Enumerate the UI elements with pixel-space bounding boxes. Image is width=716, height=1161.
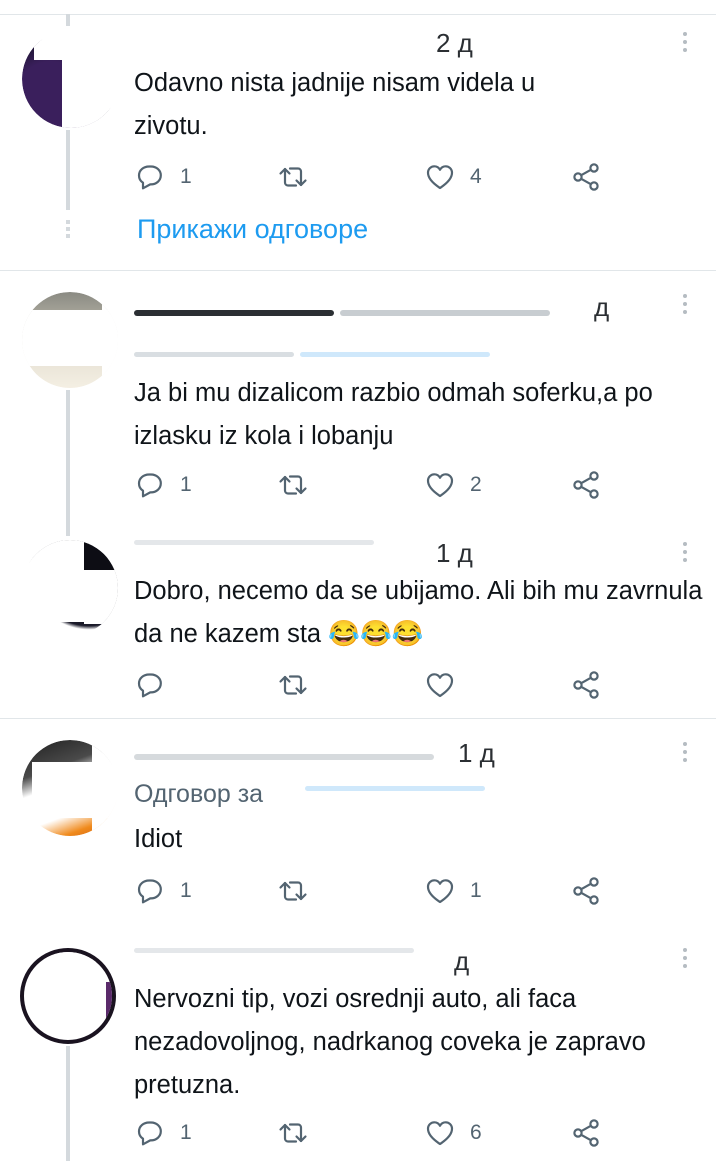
comment-text: Nervozni tip, vozi osrednji auto, ali fa…: [134, 985, 646, 1099]
action-bar: 1 2: [134, 468, 614, 502]
reply-to-handle-redacted: [305, 786, 485, 791]
action-bar: 1 4: [134, 160, 614, 194]
avatar[interactable]: [20, 948, 116, 1044]
like-button[interactable]: 4: [424, 160, 482, 194]
more-icon[interactable]: [682, 294, 688, 318]
share-icon: [573, 877, 599, 905]
comment-text: Idiot: [134, 825, 183, 853]
share-icon: [573, 671, 599, 699]
retweet-button[interactable]: [277, 468, 309, 502]
share-button[interactable]: [570, 160, 602, 194]
comment-text: Odavno nista jadnije nisam videla u zivo…: [134, 69, 536, 140]
reply-icon: [137, 879, 162, 904]
heart-icon: [426, 165, 454, 190]
like-count: 1: [470, 879, 482, 902]
retweet-button[interactable]: [277, 1116, 309, 1150]
avatar[interactable]: [22, 740, 118, 836]
author-name-redacted: [134, 754, 434, 760]
timestamp: 2 д: [436, 28, 473, 58]
author-name-redacted: [134, 310, 334, 316]
like-button[interactable]: 2: [424, 468, 482, 502]
heart-icon: [426, 673, 454, 698]
heart-icon: [426, 473, 454, 498]
action-bar: [134, 668, 614, 702]
retweet-icon: [279, 675, 307, 695]
reply-button[interactable]: 1: [134, 1116, 192, 1150]
author-name-redacted: [134, 948, 414, 953]
thread-dots: [66, 220, 70, 238]
timestamp: д: [454, 946, 470, 976]
share-icon: [573, 1119, 599, 1147]
action-bar: 1 6: [134, 1116, 614, 1150]
thread-line: [66, 130, 70, 210]
divider: [0, 270, 716, 271]
reply-icon: [137, 473, 162, 498]
share-icon: [573, 163, 599, 191]
avatar[interactable]: [22, 540, 118, 636]
avatar[interactable]: [22, 30, 120, 128]
share-icon: [573, 471, 599, 499]
comment-text: Dobro, necemo da se ubijamo. Ali bih mu …: [134, 577, 703, 648]
retweet-icon: [279, 475, 307, 495]
divider: [0, 718, 716, 719]
like-count: 6: [470, 1121, 482, 1144]
share-button[interactable]: [570, 874, 602, 908]
reply-button[interactable]: [134, 668, 166, 702]
reply-count: 1: [180, 879, 192, 902]
action-bar: 1 1: [134, 874, 614, 908]
retweet-icon: [279, 881, 307, 901]
retweet-icon: [279, 167, 307, 187]
reply-count: 1: [180, 1121, 192, 1144]
timestamp: 1 д: [458, 738, 495, 768]
more-icon[interactable]: [682, 542, 688, 566]
thread-line: [66, 14, 70, 26]
reply-icon: [137, 165, 162, 190]
share-button[interactable]: [570, 1116, 602, 1150]
reply-count: 1: [180, 165, 192, 188]
comment-text: Ja bi mu dizalicom razbio odmah soferku,…: [134, 379, 653, 450]
author-name-redacted: [134, 540, 374, 545]
reply-button[interactable]: 1: [134, 160, 192, 194]
reply-to-label: Одговор за: [134, 780, 264, 808]
thread-line: [66, 390, 70, 536]
like-count: 4: [470, 165, 482, 188]
retweet-button[interactable]: [277, 874, 309, 908]
author-handle-redacted: [340, 310, 550, 316]
like-count: 2: [470, 473, 482, 496]
like-button[interactable]: 6: [424, 1116, 482, 1150]
timestamp: д: [594, 292, 610, 322]
share-button[interactable]: [570, 468, 602, 502]
reply-to-handle-redacted: [300, 352, 490, 357]
reply-count: 1: [180, 473, 192, 496]
more-icon[interactable]: [682, 948, 688, 972]
retweet-icon: [279, 1123, 307, 1143]
retweet-button[interactable]: [277, 668, 309, 702]
reply-button[interactable]: 1: [134, 874, 192, 908]
thread-line: [66, 1046, 70, 1161]
more-icon[interactable]: [682, 32, 688, 56]
top-divider: [0, 14, 716, 15]
like-button[interactable]: 1: [424, 874, 482, 908]
heart-icon: [426, 1121, 454, 1146]
reply-to-redacted: [134, 352, 294, 357]
reply-button[interactable]: 1: [134, 468, 192, 502]
reply-icon: [137, 1121, 162, 1146]
reply-icon: [137, 673, 162, 698]
show-replies-link[interactable]: Прикажи одговоре: [137, 214, 368, 245]
share-button[interactable]: [570, 668, 602, 702]
timestamp: 1 д: [436, 538, 473, 568]
like-button[interactable]: [424, 668, 456, 702]
heart-icon: [426, 879, 454, 904]
avatar[interactable]: [22, 292, 118, 388]
more-icon[interactable]: [682, 742, 688, 766]
retweet-button[interactable]: [277, 160, 309, 194]
